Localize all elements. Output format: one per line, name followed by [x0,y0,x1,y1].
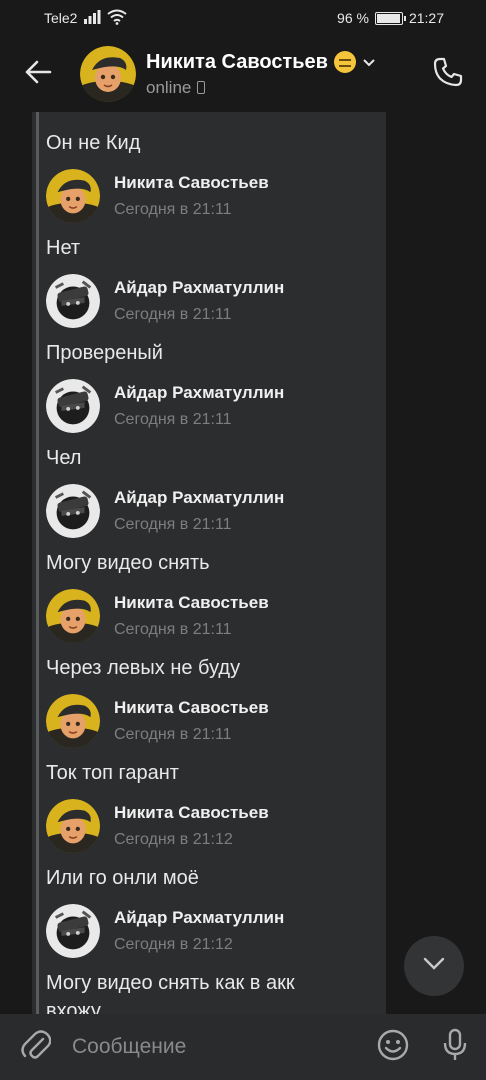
chevron-down-icon[interactable] [362,51,376,74]
sender-avatar[interactable] [46,799,100,853]
message-text-continued: вхожу [46,1000,101,1014]
sender-avatar[interactable] [46,694,100,748]
phone-icon [432,56,464,93]
message-header: Айдар Рахматуллин Сегодня в 21:11 [46,273,284,329]
forwarded-indicator-line [36,112,39,1014]
sender-name[interactable]: Айдар Рахматуллин [114,488,284,508]
message-time: Сегодня в 21:11 [114,726,232,743]
sender-avatar[interactable] [46,169,100,223]
status-right: 96 % 21:27 [337,10,444,26]
sender-name[interactable]: Никита Савостьев [114,698,269,718]
sender-name[interactable]: Никита Савостьев [114,593,269,613]
message-time: Сегодня в 21:12 [114,936,233,953]
message-meta: Никита Савостьев Сегодня в 21:11 [114,698,269,744]
sender-avatar[interactable] [46,379,100,433]
message-text: Провереный [46,342,163,364]
message-header: Айдар Рахматуллин Сегодня в 21:12 [46,903,284,959]
sender-name[interactable]: Айдар Рахматуллин [114,278,284,298]
message-meta: Никита Савостьев Сегодня в 21:11 [114,593,269,639]
wifi-icon [107,9,128,28]
emoji-button[interactable] [362,1014,424,1080]
sender-avatar[interactable] [46,484,100,538]
message-meta: Айдар Рахматуллин Сегодня в 21:12 [114,908,284,954]
arrow-left-icon [24,60,52,89]
mobile-device-icon [197,81,206,94]
back-button[interactable] [0,36,76,112]
message-text: Могу видео снять как в акк [46,972,295,994]
scroll-to-bottom-button[interactable] [404,936,464,996]
signal-icon [83,9,101,27]
message-text: Нет [46,237,81,259]
battery-percent: 96 % [337,10,369,26]
message-text: Или го онли моё [46,867,199,889]
message-meta: Никита Савостьев Сегодня в 21:11 [114,173,269,219]
message-meta: Айдар Рахматуллин Сегодня в 21:11 [114,488,284,534]
contact-name: Никита Савостьев [146,50,328,73]
message-header: Айдар Рахматуллин Сегодня в 21:11 [46,483,284,539]
microphone-icon [442,1028,468,1067]
paperclip-icon [21,1028,52,1067]
sender-avatar[interactable] [46,589,100,643]
chevron-down-icon [423,957,445,976]
message-composer [0,1014,486,1080]
message-time: Сегодня в 21:11 [114,516,232,533]
attach-button[interactable] [0,1014,72,1080]
smiley-icon [377,1029,409,1066]
sender-name[interactable]: Айдар Рахматуллин [114,908,284,928]
call-button[interactable] [410,36,486,112]
message-header: Айдар Рахматуллин Сегодня в 21:11 [46,378,284,434]
clock: 21:27 [408,10,444,26]
battery-level [376,13,400,23]
battery-icon [374,11,406,25]
status-left: Tele2 [44,9,128,28]
voice-message-button[interactable] [424,1014,486,1080]
message-text: Через левых не буду [46,657,241,679]
message-text: Он не Кид [46,132,141,154]
message-time: Сегодня в 21:12 [114,831,233,848]
sender-avatar[interactable] [46,904,100,958]
message-time: Сегодня в 21:11 [114,201,232,218]
message-text: Ток топ гарант [46,762,179,784]
message-time: Сегодня в 21:11 [114,306,232,323]
message-meta: Айдар Рахматуллин Сегодня в 21:11 [114,383,284,429]
sender-name[interactable]: Айдар Рахматуллин [114,383,284,403]
contact-avatar[interactable] [80,46,136,102]
chat-header: Никита Савостьев online [0,36,486,112]
message-header: Никита Савостьев Сегодня в 21:12 [46,798,269,854]
sender-avatar[interactable] [46,274,100,328]
message-text: Могу видео снять [46,552,210,574]
message-header: Никита Савостьев Сегодня в 21:11 [46,693,269,749]
message-header: Никита Савостьев Сегодня в 21:11 [46,168,269,224]
carrier-label: Tele2 [44,10,78,26]
message-input[interactable] [72,1014,362,1080]
message-meta: Айдар Рахматуллин Сегодня в 21:11 [114,278,284,324]
message-time: Сегодня в 21:11 [114,621,232,638]
sender-name[interactable]: Никита Савостьев [114,803,269,823]
contact-info[interactable]: Никита Савостьев online [146,51,410,98]
message-meta: Никита Савостьев Сегодня в 21:12 [114,803,269,849]
message-text: Чел [46,447,82,469]
message-list[interactable]: Он не Кид Никита Савостьев Сегодня в 21:… [0,112,486,1014]
contact-name-row: Никита Савостьев [146,51,410,74]
status-bar: Tele2 96 % 21:27 [0,0,486,36]
expressionless-emoji-icon [333,51,356,73]
message-time: Сегодня в 21:11 [114,411,232,428]
contact-status: online [146,78,410,98]
status-text: online [146,77,192,97]
message-header: Никита Савостьев Сегодня в 21:11 [46,588,269,644]
sender-name[interactable]: Никита Савостьев [114,173,269,193]
